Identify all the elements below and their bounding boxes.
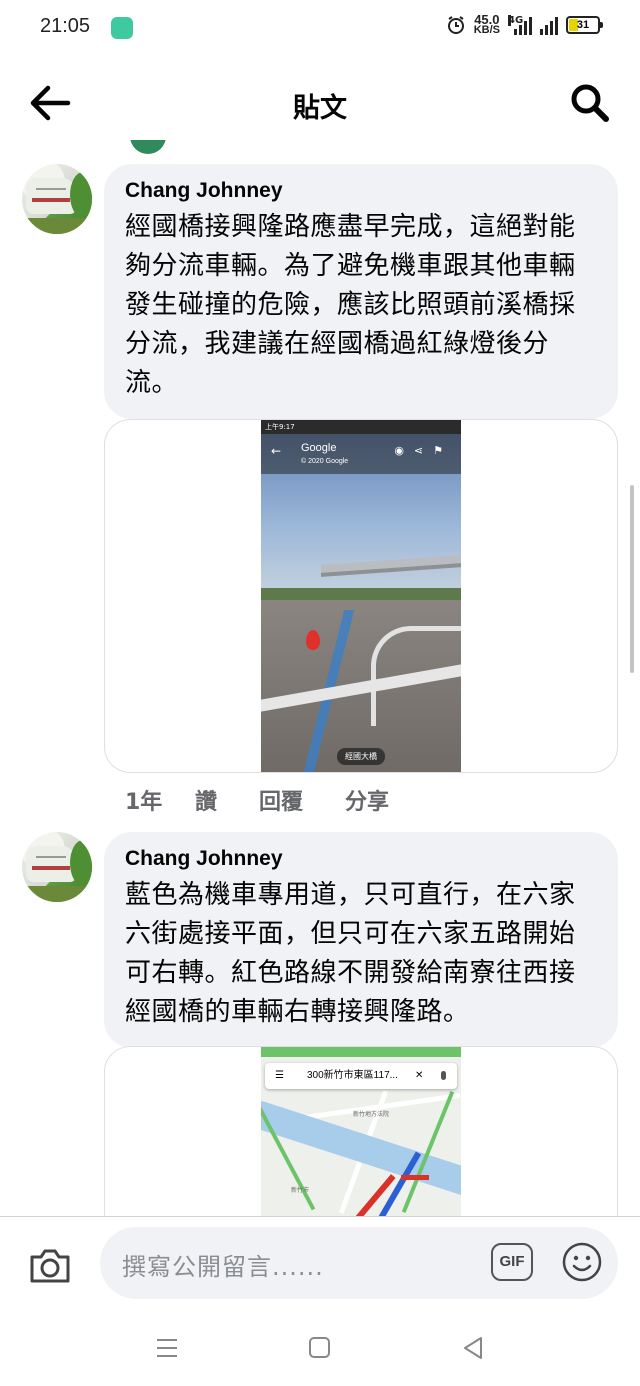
comment-author[interactable]: Chang Johnney bbox=[125, 178, 598, 204]
page-title: 貼文 bbox=[293, 93, 347, 124]
map-mic-icon bbox=[441, 1071, 446, 1080]
map-close-icon: ✕ bbox=[415, 1070, 424, 1081]
comment-image-attachment[interactable]: 上午9:17 ← Google © 2020 Google ◉⋖⚑ 經國大橋 bbox=[104, 419, 618, 773]
comment-actions: 1年 讚 回覆 分享 bbox=[125, 784, 389, 816]
network-type: 4G bbox=[508, 15, 524, 26]
avatar[interactable] bbox=[22, 164, 92, 234]
app-header: 貼文 bbox=[0, 58, 640, 148]
status-indicators: 45.0 KB/S 4G 31 bbox=[446, 13, 603, 36]
map-label: 新竹地方法院 bbox=[353, 1111, 390, 1118]
battery-icon: 31 bbox=[566, 16, 603, 34]
system-nav-bar bbox=[0, 1320, 640, 1386]
screenshot-status-bar: 上午9:17 bbox=[261, 420, 461, 434]
map-label: 新竹市 bbox=[291, 1187, 310, 1194]
network-speed-unit: KB/S bbox=[473, 24, 500, 36]
street-view-image: 上午9:17 ← Google © 2020 Google ◉⋖⚑ 經國大橋 bbox=[261, 420, 461, 772]
previous-comment-avatar bbox=[130, 140, 166, 154]
comment-text: 藍色為機車專用道，只可直行，在六家六街處接平面，但只可在六家五路開始可右轉。紅色… bbox=[125, 880, 576, 1027]
streetview-place-label: 經國大橋 bbox=[337, 748, 385, 765]
gif-button[interactable]: GIF bbox=[491, 1243, 533, 1281]
comment-text: 經國橋接興隆路應盡早完成，這絕對能夠分流車輛。為了避免機車跟其他車輛發生碰撞的危… bbox=[125, 212, 576, 398]
menu-icon[interactable] bbox=[156, 1336, 178, 1360]
signal-icon: 4G bbox=[508, 15, 532, 35]
comment-time: 1年 bbox=[125, 790, 163, 815]
like-button[interactable]: 讚 bbox=[195, 784, 259, 816]
streetview-back-icon: ← bbox=[271, 444, 282, 458]
streetview-copyright: © 2020 Google bbox=[301, 458, 349, 465]
share-button[interactable]: 分享 bbox=[345, 784, 389, 816]
camera-icon[interactable] bbox=[28, 1245, 72, 1285]
map-search-text: 300新竹市東區117... bbox=[307, 1070, 398, 1081]
signal-icon-2 bbox=[540, 15, 558, 35]
search-icon[interactable] bbox=[570, 83, 610, 123]
streetview-title: Google bbox=[301, 442, 337, 454]
smiley-icon[interactable] bbox=[561, 1241, 603, 1283]
map-pin-icon bbox=[306, 630, 320, 650]
streetview-toolbar: ← Google © 2020 Google ◉⋖⚑ bbox=[261, 434, 461, 474]
scrollbar[interactable] bbox=[630, 485, 634, 673]
app-notification-icon bbox=[111, 17, 133, 39]
comment-bubble[interactable]: Chang Johnney 藍色為機車專用道，只可直行，在六家六街處接平面，但只… bbox=[104, 832, 618, 1048]
status-bar: 21:05 45.0 KB/S 4G 31 bbox=[0, 0, 640, 58]
map-menu-icon: ☰ bbox=[275, 1070, 284, 1081]
status-time: 21:05 bbox=[40, 15, 91, 37]
battery-level: 31 bbox=[576, 19, 590, 31]
streetview-action-icons: ◉⋖⚑ bbox=[394, 444, 453, 457]
comment-author[interactable]: Chang Johnney bbox=[125, 846, 598, 872]
network-speed: 45.0 KB/S bbox=[473, 13, 500, 36]
comment-bubble[interactable]: Chang Johnney 經國橋接興隆路應盡早完成，這絕對能夠分流車輛。為了避… bbox=[104, 164, 618, 419]
alarm-icon bbox=[447, 16, 464, 34]
comment-composer: 撰寫公開留言...... GIF bbox=[0, 1216, 640, 1320]
square-home-icon[interactable] bbox=[309, 1337, 330, 1358]
comment-input[interactable]: 撰寫公開留言...... GIF bbox=[100, 1227, 618, 1299]
map-image: 新竹地方法院 新竹市 ☰ 300新竹市東區117... ✕ bbox=[261, 1047, 461, 1217]
comment-input-placeholder: 撰寫公開留言...... bbox=[122, 1253, 324, 1281]
map-search-box: ☰ 300新竹市東區117... ✕ bbox=[265, 1063, 457, 1089]
triangle-back-icon[interactable] bbox=[462, 1336, 484, 1360]
reply-button[interactable]: 回覆 bbox=[259, 784, 345, 816]
avatar[interactable] bbox=[22, 832, 92, 902]
